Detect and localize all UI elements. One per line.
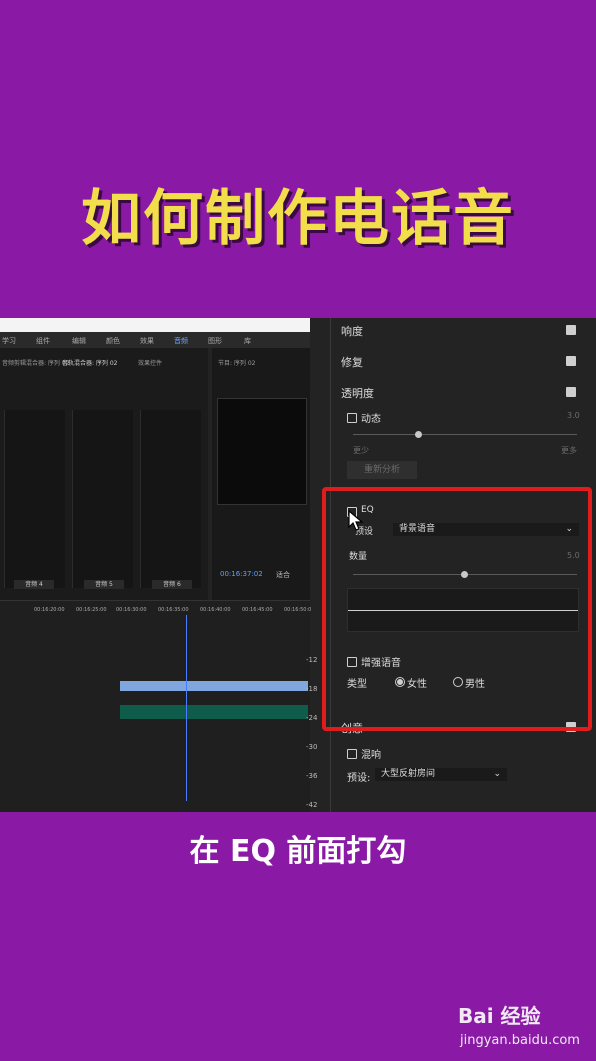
program-monitor: 节目: 序列 02 00:16:37:02 适合 [212,348,310,600]
reverb-preset-value: 大型反射房间 [381,769,436,779]
loudness-label: 响度 [341,325,363,338]
dynamics-checkbox[interactable] [347,413,357,423]
channel-label: 音频 5 [84,580,124,589]
step-caption: 在 EQ 前面打勾 [189,834,407,869]
tab-editing[interactable]: 编辑 [72,336,86,346]
channel-label: 音频 4 [14,580,54,589]
mixer-tab-clip[interactable]: 音频剪辑混合器: 序列 02 [2,358,69,367]
video-preview[interactable] [217,398,307,505]
monitor-title: 节目: 序列 02 [218,360,256,367]
dynamics-less-label: 更少 [353,446,369,455]
reverb-checkbox[interactable] [347,749,357,759]
audio-clip[interactable] [120,705,308,719]
mixer-tab-track[interactable]: 音轨混合器: 序列 02 [62,358,117,367]
baidu-watermark: Bai 经验 jingyan.baidu.com [458,1000,588,1048]
db-tick: -12 [306,656,318,664]
db-tick: -30 [306,743,318,751]
reverb-preset-dropdown[interactable]: 大型反射房间 ⌄ [375,768,507,781]
ruler-tick: 00:16:40:00 [200,607,231,613]
db-tick: -36 [306,772,318,780]
mixer-channel-strip[interactable] [72,410,133,588]
tab-audio[interactable]: 音频 [174,336,188,346]
reverb-preset-label: 预设: [347,773,371,784]
ruler-tick: 00:16:50:0 [284,607,312,613]
workspace-tabs: 学习 组件 编辑 颜色 效果 音频 图形 库 [0,332,310,348]
mixer-channel-strip[interactable] [4,410,65,588]
ruler-tick: 00:16:30:00 [116,607,147,613]
editor-left-area: 学习 组件 编辑 颜色 效果 音频 图形 库 音频剪辑混合器: 序列 02 音轨… [0,318,330,812]
watermark-url: jingyan.baidu.com [460,1033,580,1048]
playhead[interactable] [186,615,187,801]
dynamics-value: 3.0 [567,411,580,420]
baidu-logo: Bai 经验 [458,1004,541,1028]
zoom-fit-select[interactable]: 适合 [276,570,290,580]
ruler-tick: 00:16:20:00 [34,607,65,613]
video-clip[interactable] [120,681,308,691]
ruler-tick: 00:16:45:00 [242,607,273,613]
tab-learn[interactable]: 学习 [2,336,16,346]
video-title: 如何制作电话音 [81,184,515,254]
tab-libraries[interactable]: 库 [244,336,251,346]
loudness-checkbox[interactable] [566,325,576,335]
tab-color[interactable]: 颜色 [106,336,120,346]
dynamics-slider-knob[interactable] [415,431,422,438]
timecode-display[interactable]: 00:16:37:02 [220,570,263,578]
ruler-tick: 00:16:25:00 [76,607,107,613]
clarity-label: 透明度 [341,387,374,400]
repair-label: 修复 [341,356,363,369]
reverb-label: 混响 [361,750,381,761]
tab-effects[interactable]: 效果 [140,336,154,346]
dynamics-more-label: 更多 [561,446,577,455]
clarity-checkbox[interactable] [566,387,576,397]
chevron-down-icon: ⌄ [493,769,501,779]
db-tick: -18 [306,685,318,693]
dynamics-slider[interactable] [353,434,577,435]
dynamics-label: 动态 [361,414,381,425]
audio-mixer-panel: 音频剪辑混合器: 序列 02 音轨混合器: 序列 02 效果控件 音频 4 音频… [0,348,208,600]
tab-graphics[interactable]: 图形 [208,336,222,346]
ruler-tick: 00:16:35:00 [158,607,189,613]
channel-label: 音频 6 [152,580,192,589]
reanalyze-button[interactable]: 重新分析 [347,461,417,479]
db-tick: -42 [306,801,318,809]
mixer-tab-effect-controls[interactable]: 效果控件 [138,358,162,367]
db-tick: -24 [306,714,318,722]
timeline-panel: 00:16:20:00 00:16:25:00 00:16:30:00 00:1… [0,600,312,812]
mixer-channel-strip[interactable] [140,410,201,588]
tab-assembly[interactable]: 组件 [36,336,50,346]
menu-strip [0,318,310,332]
mouse-cursor-icon [348,510,364,531]
repair-checkbox[interactable] [566,356,576,366]
